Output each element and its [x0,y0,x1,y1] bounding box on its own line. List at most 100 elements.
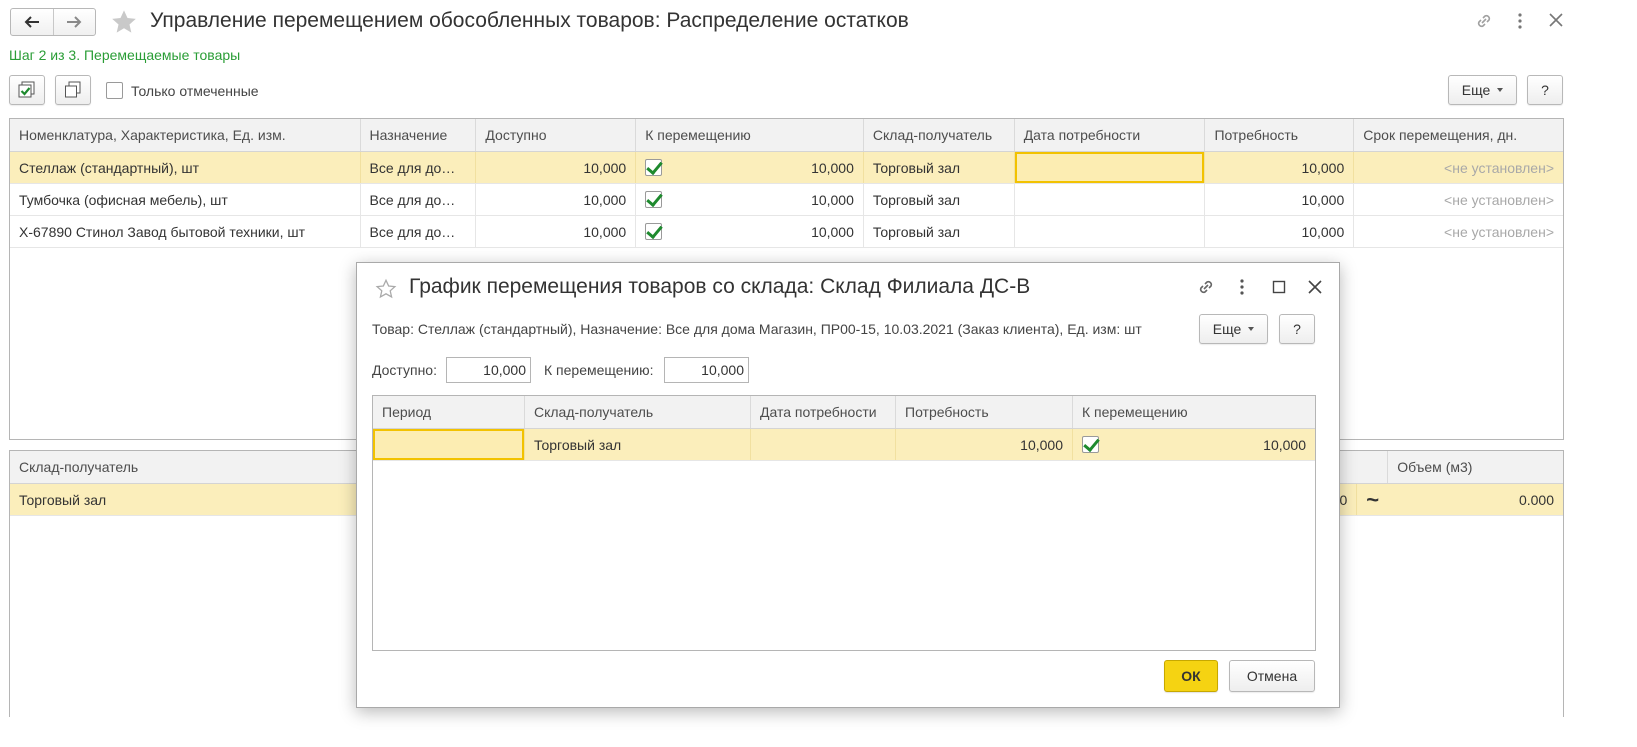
maximize-icon[interactable] [1268,276,1290,298]
dlg-to-move-value: 10,000 [1263,436,1306,453]
dialog-link-icon[interactable] [1195,276,1217,298]
col-item[interactable]: Номенклатура, Характеристика, Ед. изм. [10,119,361,151]
col-summary-volume[interactable]: Объем (м3) [1387,451,1563,483]
approx-icon: ~ [1366,486,1380,512]
cell-term: <не установлен> [1444,191,1554,208]
uncheck-all-icon [65,81,81,98]
back-button[interactable] [11,9,53,35]
table-row[interactable]: Стеллаж (стандартный), шт Все для до… 10… [10,152,1563,184]
row-checkbox[interactable] [645,223,663,240]
cell-warehouse: Торговый зал [864,216,1015,247]
cell-warehouse: Торговый зал [864,184,1015,215]
close-icon[interactable] [1547,11,1565,32]
cell-dlg-date[interactable] [751,429,896,460]
nav-buttons [10,8,96,36]
col-dlg-need[interactable]: Потребность [896,396,1073,428]
summary-volume-value: 0.000 [1518,491,1554,508]
dialog-favorite-star-icon[interactable] [375,278,397,303]
cell-need: 10,000 [1205,152,1355,183]
only-marked-toggle[interactable]: Только отмеченные [106,82,259,99]
cancel-button[interactable]: Отмена [1229,660,1315,692]
col-available[interactable]: Доступно [476,119,637,151]
cell-purpose: Все для до… [361,152,477,183]
dialog-title: График перемещения товаров со склада: Ск… [409,275,1031,298]
cell-summary-volume: ~ 0.000 [1356,484,1563,515]
col-dlg-warehouse[interactable]: Склад-получатель [525,396,751,428]
more-button[interactable]: Еще [1448,75,1517,105]
page-title: Управление перемещением обособленных тов… [150,9,909,32]
cell-need: 10,000 [1205,216,1355,247]
cell-date[interactable] [1015,184,1206,215]
dialog-help-button[interactable]: ? [1279,314,1315,344]
cell-date[interactable] [1015,216,1206,247]
arrow-right-icon [67,16,82,28]
cancel-label: Отмена [1246,668,1298,684]
chevron-down-icon [1248,327,1255,331]
table-row[interactable]: Тумбочка (офисная мебель), шт Все для до… [10,184,1563,216]
link-icon[interactable] [1474,11,1494,34]
only-marked-label: Только отмеченные [131,82,259,99]
cell-available: 10,000 [476,216,637,247]
help-button[interactable]: ? [1527,75,1563,105]
goods-table-header: Номенклатура, Характеристика, Ед. изм. Н… [10,119,1563,152]
col-need[interactable]: Потребность [1205,119,1355,151]
to-move-field[interactable]: 10,000 [664,357,749,383]
to-move-label: К перемещению: [544,362,654,378]
cell-dlg-to-move: 10,000 [1073,429,1315,460]
row-checkbox[interactable] [645,191,663,208]
col-dlg-date[interactable]: Дата потребности [751,396,896,428]
more-vert-icon[interactable] [1510,11,1530,34]
product-info: Товар: Стеллаж (стандартный), Назначение… [372,321,1142,337]
to-move-value: 10,000 [811,191,854,208]
summary-warehouse-value: Торговый зал [19,491,107,508]
dialog-help-label: ? [1293,321,1301,337]
cell-need: 10,000 [1205,184,1355,215]
check-all-button[interactable] [9,75,45,105]
col-to-move[interactable]: К перемещению [636,119,864,151]
cell-dlg-warehouse: Торговый зал [525,429,751,460]
row-checkbox[interactable] [645,159,663,176]
more-button-label: Еще [1461,82,1491,98]
col-term[interactable]: Срок перемещения, дн. [1354,119,1563,151]
to-move-value: 10,000 [811,223,854,240]
uncheck-all-button[interactable] [55,75,91,105]
cell-warehouse: Торговый зал [864,152,1015,183]
col-period[interactable]: Период [373,396,525,428]
schedule-table: Период Склад-получатель Дата потребности… [372,395,1316,651]
dialog-more-button[interactable]: Еще [1199,314,1268,344]
cell-dlg-need: 10,000 [896,429,1073,460]
summary-partial-value: 0 [1339,491,1348,508]
col-date[interactable]: Дата потребности [1015,119,1206,151]
cell-date[interactable] [1014,152,1206,183]
row-checkbox[interactable] [1082,436,1099,453]
step-label: Шаг 2 из 3. Перемещаемые товары [9,47,241,63]
cell-term: <не установлен> [1444,223,1554,240]
cell-item: Х-67890 Стинол Завод бытовой техники, шт [10,216,361,247]
cell-to-move: 10,000 [636,184,864,215]
col-purpose[interactable]: Назначение [361,119,477,151]
arrow-left-icon [24,16,39,28]
available-field[interactable]: 10,000 [446,357,531,383]
schedule-table-header: Период Склад-получатель Дата потребности… [373,396,1315,429]
table-row[interactable]: Торговый зал 10,000 10,000 [373,429,1315,461]
cell-period[interactable] [373,429,525,460]
only-marked-checkbox[interactable] [106,82,123,99]
col-warehouse[interactable]: Склад-получатель [864,119,1015,151]
dialog-close-icon[interactable] [1304,276,1326,298]
favorite-star-icon[interactable] [110,8,138,39]
dialog-more-vert-icon[interactable] [1231,276,1253,298]
cell-available: 10,000 [476,184,637,215]
ok-button[interactable]: ОК [1164,660,1218,692]
cell-purpose: Все для до… [361,216,477,247]
cell-to-move: 10,000 [636,152,864,183]
cell-purpose: Все для до… [361,184,477,215]
move-schedule-dialog: График перемещения товаров со склада: Ск… [356,262,1340,708]
cell-term: <не установлен> [1444,159,1554,176]
col-dlg-to-move[interactable]: К перемещению [1073,396,1315,428]
cell-to-move: 10,000 [636,216,864,247]
forward-button[interactable] [52,9,96,35]
cell-available: 10,000 [476,152,637,183]
cell-item: Тумбочка (офисная мебель), шт [10,184,361,215]
cell-item: Стеллаж (стандартный), шт [10,152,361,183]
table-row[interactable]: Х-67890 Стинол Завод бытовой техники, шт… [10,216,1563,248]
